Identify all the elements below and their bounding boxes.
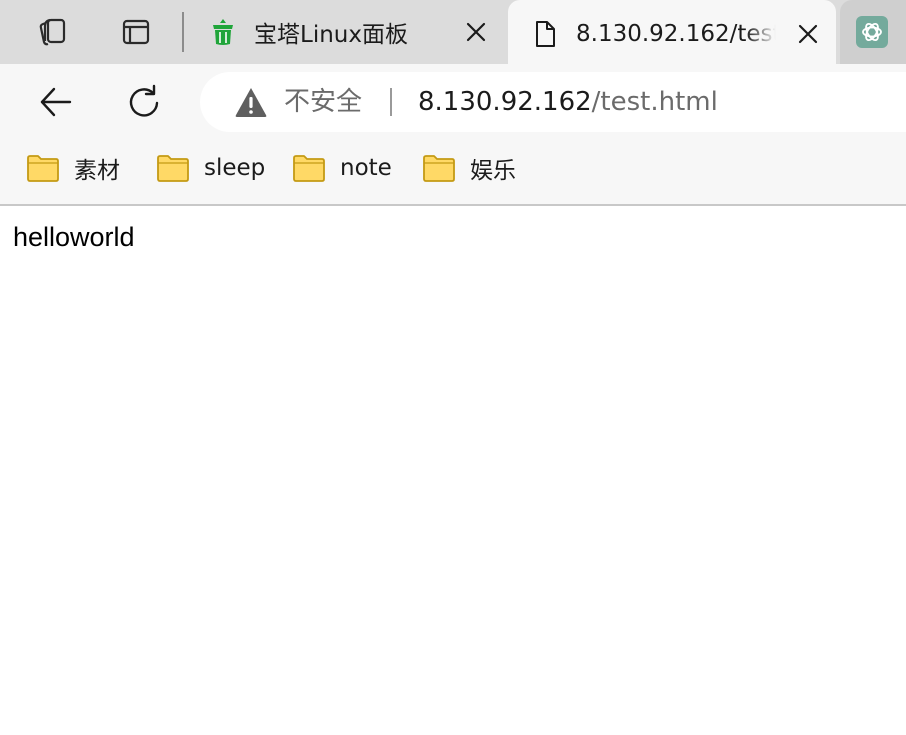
bookmark-folder-sleep[interactable]: sleep — [156, 152, 265, 184]
address-bar[interactable]: 不安全 8.130.92.162/test.html — [200, 72, 906, 132]
url-host: 8.130.92.162 — [418, 87, 592, 117]
bookmark-label: 娱乐 — [470, 158, 516, 184]
workspaces-icon — [35, 15, 69, 49]
back-arrow-icon — [38, 84, 74, 120]
close-tab-button[interactable] — [792, 18, 824, 50]
bookmarks-bar: 素材 sleep note 娱乐 — [0, 140, 906, 206]
chatgpt-icon — [856, 16, 888, 48]
url-path: /test.html — [591, 87, 718, 117]
folder-icon — [292, 153, 326, 183]
folder-icon — [156, 153, 190, 183]
tab-chatgpt[interactable] — [840, 0, 906, 64]
tab-title: 宝塔Linux面板 — [254, 22, 408, 48]
tab-divider — [182, 12, 184, 52]
workspaces-button[interactable] — [32, 12, 72, 52]
close-icon — [464, 20, 488, 44]
security-label[interactable]: 不安全 — [284, 86, 362, 118]
bookmark-label: 素材 — [74, 158, 120, 184]
bookmark-folder-note[interactable]: note — [292, 152, 392, 184]
address-separator — [390, 88, 392, 116]
tab-strip: 宝塔Linux面板 8.130.92.162/test.html — [0, 0, 906, 64]
tab-title: 8.130.92.162/test.html — [576, 21, 776, 47]
bookmark-folder-yule[interactable]: 娱乐 — [422, 152, 516, 184]
warning-icon[interactable] — [234, 86, 268, 118]
url-text[interactable]: 8.130.92.162/test.html — [418, 86, 718, 118]
document-icon — [530, 19, 560, 49]
bookmark-label: sleep — [204, 155, 266, 181]
tab-actions-button[interactable] — [116, 12, 156, 52]
refresh-button[interactable] — [120, 78, 168, 126]
tab-test-html[interactable]: 8.130.92.162/test.html — [508, 0, 836, 64]
bookmark-folder-sucai[interactable]: 素材 — [26, 152, 120, 184]
refresh-icon — [126, 84, 162, 120]
close-icon — [796, 22, 820, 46]
browser-window: 宝塔Linux面板 8.130.92.162/test.html — [0, 0, 906, 735]
folder-icon — [422, 153, 456, 183]
tab-baota[interactable]: 宝塔Linux面板 — [192, 0, 504, 64]
folder-icon — [26, 153, 60, 183]
page-body-text: helloworld — [13, 222, 135, 252]
close-tab-button[interactable] — [460, 16, 492, 48]
page-content: helloworld — [0, 206, 906, 735]
bookmark-label: note — [340, 155, 392, 181]
baota-icon — [208, 17, 238, 47]
toolbar: 不安全 8.130.92.162/test.html — [0, 64, 906, 140]
tab-actions-icon — [119, 15, 153, 49]
back-button[interactable] — [32, 78, 80, 126]
